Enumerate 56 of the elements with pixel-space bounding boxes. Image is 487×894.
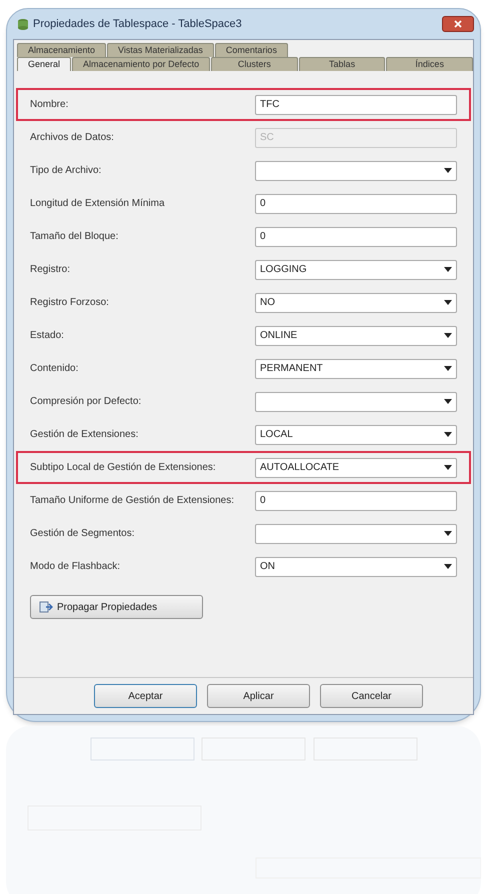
close-button[interactable] (442, 16, 474, 32)
field-label: Estado: (30, 329, 65, 343)
field-label: Compresión por Defecto: (30, 395, 142, 409)
field-label: Subtipo Local de Gestión de Extensiones: (30, 461, 217, 475)
field-label: Longitud de Extensión Mínima (30, 197, 166, 211)
database-icon (17, 18, 29, 30)
field-label: Gestión de Segmentos: (30, 527, 136, 541)
dropdown[interactable]: LOGGING (255, 260, 457, 280)
dropdown[interactable]: AUTOALLOCATE (255, 458, 457, 478)
tab[interactable]: Índices (386, 57, 474, 71)
close-icon (454, 20, 462, 28)
dialog-button[interactable]: Cancelar (320, 684, 423, 708)
field-label: Archivos de Datos: (30, 131, 115, 145)
field-label: Modo de Flashback: (30, 560, 122, 574)
dropdown-arrow-icon (444, 366, 452, 371)
field-label: Nombre: (30, 98, 70, 112)
dropdown[interactable] (255, 524, 457, 544)
dropdown-arrow-icon (444, 564, 452, 569)
propagate-properties-button[interactable]: Propagar Propiedades (30, 595, 203, 619)
field-label: Tamaño Uniforme de Gestión de Extensiones: (30, 494, 235, 508)
text-field[interactable]: 0 (255, 194, 457, 214)
dropdown-arrow-icon (444, 399, 452, 404)
field-label: Registro: (30, 263, 72, 277)
dropdown-arrow-icon (444, 531, 452, 536)
dropdown-arrow-icon (444, 333, 452, 338)
tab[interactable]: Almacenamiento (17, 43, 106, 57)
dropdown[interactable] (255, 392, 457, 412)
tab[interactable]: Clusters (211, 57, 298, 71)
tab[interactable]: Almacenamiento por Defecto (72, 57, 210, 71)
field-label: Contenido: (30, 362, 80, 376)
text-field[interactable]: TFC (255, 94, 457, 114)
dialog-button[interactable]: Aceptar (94, 684, 197, 708)
dropdown-arrow-icon (444, 267, 452, 272)
dropdown-arrow-icon (444, 465, 452, 470)
dropdown-arrow-icon (444, 432, 452, 437)
text-field[interactable]: 0 (255, 226, 457, 246)
window-title: Propiedades de Tablespace - TableSpace3 (33, 16, 242, 32)
dropdown[interactable]: NO (255, 292, 457, 312)
dropdown[interactable]: LOCAL (255, 424, 457, 444)
tab[interactable]: General (17, 57, 72, 71)
tab[interactable]: Tablas (298, 57, 386, 71)
dropdown[interactable]: ONLINE (255, 326, 457, 346)
tab[interactable]: Comentarios (214, 43, 288, 57)
share-icon (39, 601, 53, 613)
dialog-button[interactable]: Aplicar (207, 684, 310, 708)
field-label: Tipo de Archivo: (30, 164, 102, 178)
dropdown[interactable]: PERMANENT (255, 358, 457, 378)
field-label: Registro Forzoso: (30, 296, 110, 310)
field-label: Gestión de Extensiones: (30, 428, 140, 442)
dropdown[interactable] (255, 160, 457, 180)
dropdown-arrow-icon (444, 300, 452, 305)
tab[interactable]: Vistas Materializadas (107, 43, 214, 57)
text-field[interactable]: 0 (255, 490, 457, 510)
dropdown[interactable]: ON (255, 556, 457, 576)
dropdown-arrow-icon (444, 168, 452, 173)
field-label: Tamaño del Bloque: (30, 230, 120, 244)
